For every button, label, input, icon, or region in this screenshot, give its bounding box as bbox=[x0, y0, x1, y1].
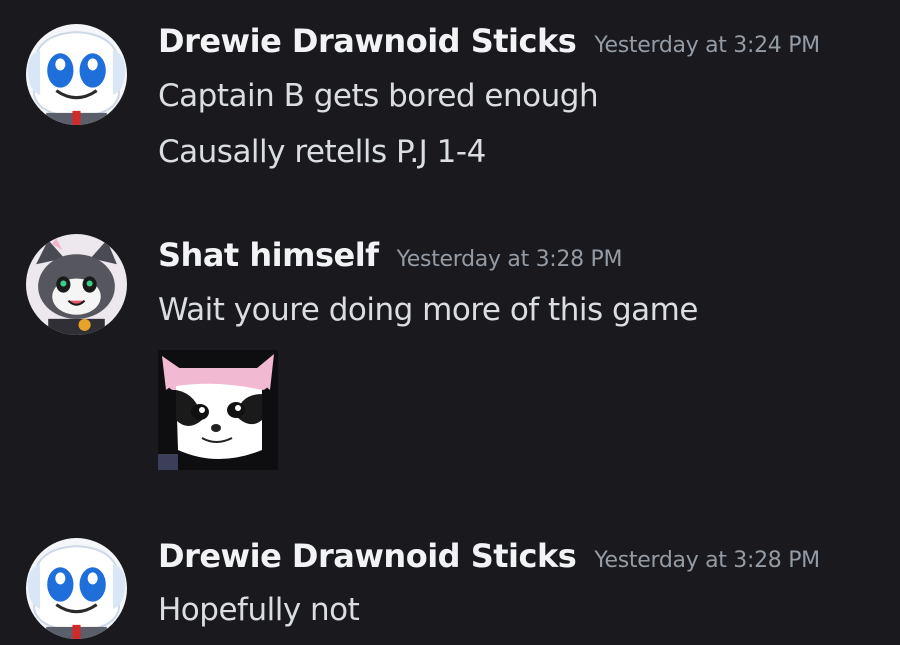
blue-eyed-character-icon bbox=[26, 538, 127, 639]
message: Drewie Drawnoid Sticks Yesterday at 3:28 … bbox=[0, 0, 900, 645]
message-text: Hopefully not bbox=[158, 592, 360, 628]
user-avatar[interactable] bbox=[26, 538, 127, 639]
timestamp[interactable]: Yesterday at 3:28 PM bbox=[594, 548, 820, 573]
username[interactable]: Drewie Drawnoid Sticks bbox=[158, 537, 577, 575]
chat-message-list: Drewie Drawnoid Sticks Yesterday at 3:24 … bbox=[0, 0, 900, 645]
message-header: Drewie Drawnoid Sticks Yesterday at 3:28 … bbox=[158, 537, 820, 575]
